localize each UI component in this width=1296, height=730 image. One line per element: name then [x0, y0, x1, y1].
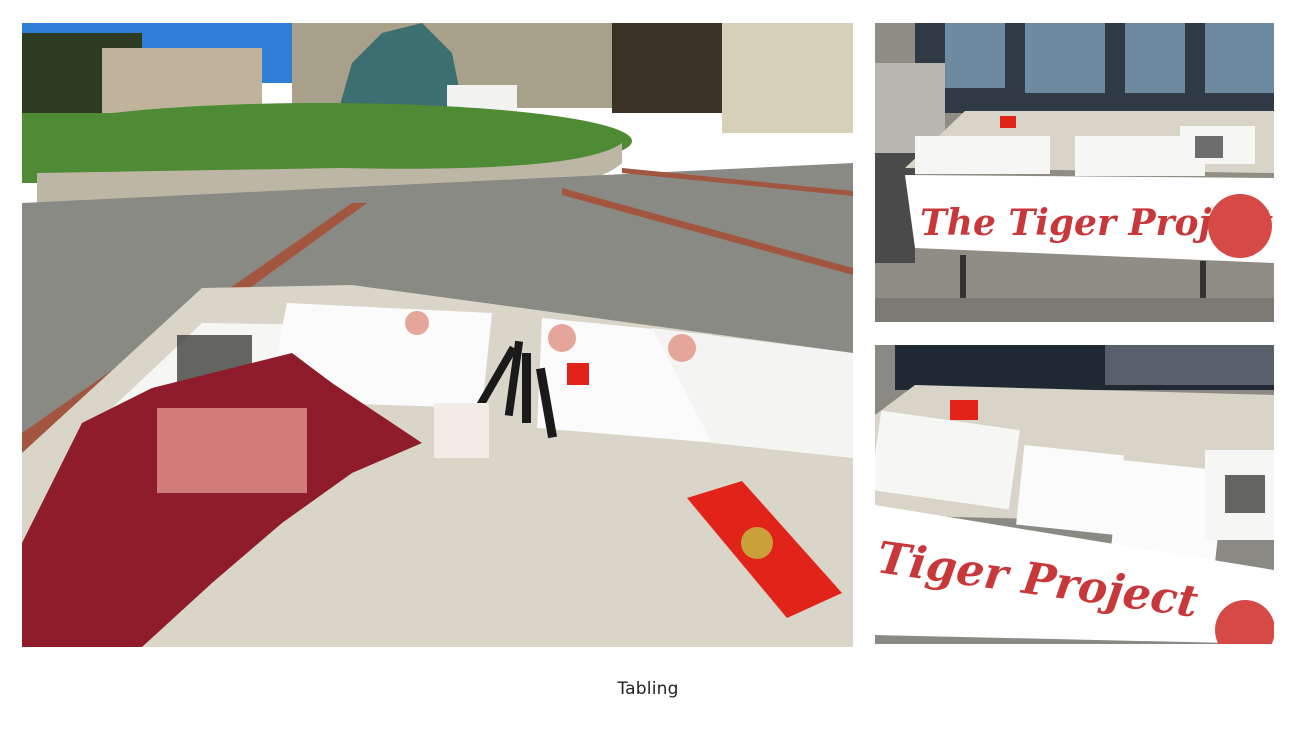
main-photo-scene	[22, 23, 853, 647]
bottom-right-photo-scene: Tiger Project	[875, 345, 1274, 644]
top-right-photo: The Tiger Project	[875, 23, 1274, 322]
top-right-photo-scene: The Tiger Project	[875, 23, 1274, 322]
bottom-right-photo: Tiger Project	[875, 345, 1274, 644]
gallery-caption: Tabling	[617, 679, 679, 699]
main-photo	[22, 23, 853, 647]
